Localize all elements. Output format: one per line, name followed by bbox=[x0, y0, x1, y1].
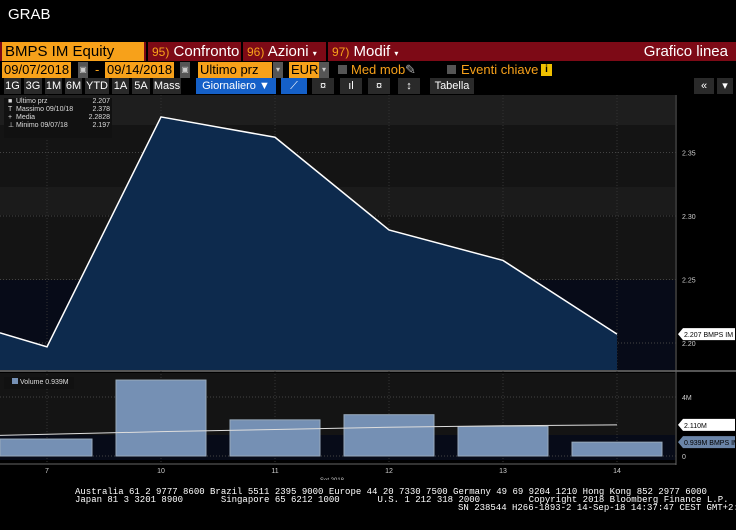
legend-box: ■ Ultimo prz 2.207 T Massimo 09/10/18 2.378 + M… bbox=[4, 98, 112, 138]
candlestick-icon[interactable]: ¤ bbox=[312, 78, 334, 94]
ticker-field[interactable]: BMPS IM Equity bbox=[2, 42, 144, 61]
frequency-select[interactable]: Giornaliero ▼ bbox=[196, 78, 276, 94]
footer-line: SN 238544 H266-1893-2 14-Sep-18 14:37:47… bbox=[458, 503, 736, 513]
period-button-1g[interactable]: 1G bbox=[4, 78, 21, 94]
chevron-down-icon[interactable]: ▾ bbox=[717, 78, 733, 94]
collapse-icon[interactable]: « bbox=[694, 78, 714, 94]
volume-bar bbox=[115, 379, 207, 457]
chevron-down-icon[interactable]: ▾ bbox=[319, 62, 329, 78]
period-button-1m[interactable]: 1M bbox=[45, 78, 62, 94]
period-button-1a[interactable]: 1A bbox=[112, 78, 129, 94]
x-tick-label: 13 bbox=[499, 468, 507, 475]
y-tick-label: 2.25 bbox=[682, 278, 696, 285]
chevron-down-icon: ▾ bbox=[394, 49, 399, 58]
volume-legend-label: Volume 0.939M bbox=[20, 379, 69, 386]
volume-legend: Volume 0.939M bbox=[4, 377, 74, 389]
end-date-input[interactable]: 09/14/2018 bbox=[105, 62, 175, 78]
window-title: GRAB bbox=[8, 6, 51, 23]
y-tick-label: 2.35 bbox=[682, 151, 696, 158]
legend-marker-icon: T bbox=[8, 106, 13, 113]
calendar-icon[interactable]: ▣ bbox=[78, 62, 88, 78]
field-select[interactable]: Ultimo prz bbox=[198, 62, 272, 78]
legend-label: Ultimo prz bbox=[16, 98, 48, 105]
volume-bar bbox=[571, 441, 663, 457]
y-tick-label: 2.20 bbox=[682, 341, 696, 348]
legend-value: 2.2828 bbox=[88, 114, 110, 121]
confronto-menu[interactable]: 95) Confronto bbox=[146, 42, 240, 61]
med-mob-label: Med mob bbox=[351, 62, 406, 77]
line-chart-icon[interactable]: ⟋ bbox=[281, 78, 307, 94]
y-tick-label: 0 bbox=[682, 454, 686, 461]
x-tick-label: 7 bbox=[45, 468, 49, 475]
menu-num: 96) bbox=[247, 45, 265, 59]
volume-bar bbox=[457, 426, 549, 457]
eventi-checkbox[interactable] bbox=[447, 65, 456, 74]
legend-marker-icon: + bbox=[8, 114, 13, 121]
period-button-6m[interactable]: 6M bbox=[65, 78, 82, 94]
legend-row: ⊥ Minimo 09/07/18 2.197 bbox=[4, 122, 110, 130]
volume-bar bbox=[229, 419, 321, 457]
adjust-icon[interactable]: ↕ bbox=[398, 78, 420, 94]
pencil-icon[interactable]: ✎ bbox=[405, 62, 416, 78]
date-separator: - bbox=[95, 62, 100, 77]
x-tick-label: 12 bbox=[385, 468, 393, 475]
legend-label: Massimo 09/10/18 bbox=[16, 106, 74, 113]
menu-label: Confronto bbox=[173, 43, 240, 60]
calendar-icon[interactable]: ▣ bbox=[180, 62, 190, 78]
legend-value: 2.207 bbox=[92, 98, 110, 105]
menu-label: Azioni bbox=[267, 43, 309, 60]
chart-type-label: Grafico linea bbox=[643, 43, 728, 60]
legend-row: T Massimo 09/10/18 2.378 bbox=[4, 106, 110, 114]
menu-num: 95) bbox=[152, 45, 170, 59]
chart: 2.20 2.25 2.30 2.35 7 10 11 12 13 14 Set 2018 0 4M 2.… bbox=[0, 95, 736, 480]
info-icon[interactable]: i bbox=[541, 64, 552, 76]
volume-bar bbox=[343, 414, 435, 457]
tabella-button[interactable]: Tabella bbox=[430, 78, 474, 94]
bar-chart-icon[interactable]: ıl bbox=[340, 78, 362, 94]
period-button-5a[interactable]: 5A bbox=[132, 78, 150, 94]
menu-label: Modif bbox=[353, 43, 391, 60]
legend-value: 2.378 bbox=[92, 106, 110, 113]
legend-swatch bbox=[12, 378, 18, 384]
x-axis-label: Set 2018 bbox=[320, 478, 345, 480]
azioni-menu[interactable]: 96) Azioni ▾ bbox=[241, 42, 325, 61]
period-button-mass[interactable]: Mass bbox=[153, 78, 181, 94]
legend-marker-icon: ■ bbox=[8, 98, 13, 105]
y-tick-label: 2.30 bbox=[682, 214, 696, 221]
menu-num: 97) bbox=[332, 45, 350, 59]
y-tick-label: 4M bbox=[682, 395, 692, 402]
legend-row: ■ Ultimo prz 2.207 bbox=[4, 98, 110, 106]
volume-bar bbox=[0, 438, 93, 457]
chevron-down-icon[interactable]: ▾ bbox=[273, 62, 283, 78]
legend-label: Minimo 09/07/18 bbox=[16, 122, 68, 129]
period-button-ytd[interactable]: YTD bbox=[85, 78, 109, 94]
legend-marker-icon: ⊥ bbox=[8, 122, 15, 129]
med-mob-checkbox[interactable] bbox=[338, 65, 347, 74]
chevron-down-icon: ▾ bbox=[312, 49, 317, 58]
period-button-3g[interactable]: 3G bbox=[24, 78, 42, 94]
average-volume-tag: 2.110M bbox=[684, 423, 707, 430]
currency-select[interactable]: EUR bbox=[289, 62, 321, 78]
legend-label: Media bbox=[16, 114, 36, 121]
ohlc-icon[interactable]: ¤ bbox=[368, 78, 390, 94]
legend-row: + Media 2.2828 bbox=[4, 114, 110, 122]
x-tick-label: 10 bbox=[157, 468, 165, 475]
modif-menu[interactable]: 97) Modif ▾ bbox=[326, 42, 402, 61]
eventi-label: Eventi chiave bbox=[461, 62, 539, 77]
legend-value: 2.197 bbox=[92, 122, 110, 129]
start-date-input[interactable]: 09/07/2018 bbox=[2, 62, 72, 78]
volume-tag: 0.939M BMPS IM bbox=[684, 440, 736, 447]
x-tick-label: 11 bbox=[271, 468, 278, 475]
x-tick-label: 14 bbox=[613, 468, 621, 475]
last-price-tag: 2.207 BMPS IM bbox=[684, 332, 733, 339]
